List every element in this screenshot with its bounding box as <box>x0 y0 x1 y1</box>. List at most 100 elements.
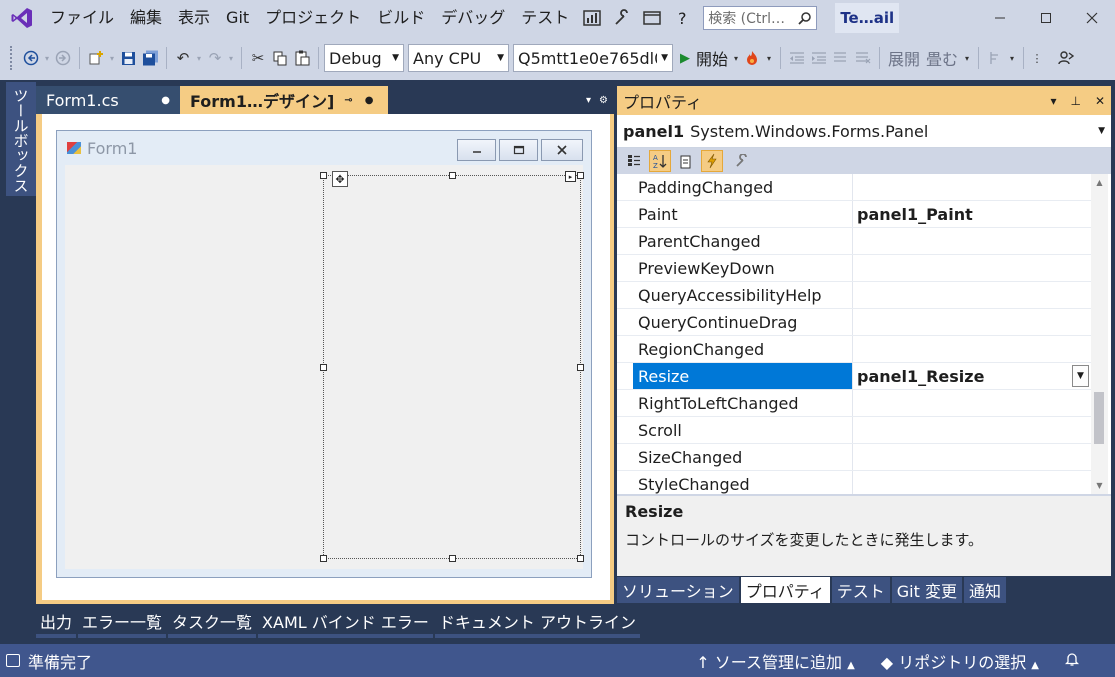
tab-properties[interactable]: プロパティ <box>740 577 830 603</box>
undo-dropdown-icon[interactable]: ▾ <box>194 46 204 70</box>
new-dropdown-icon[interactable]: ▾ <box>107 46 117 70</box>
minimize-icon[interactable] <box>977 0 1023 36</box>
form-preview-window[interactable]: Form1 ✥ ▸ <box>56 130 592 578</box>
pane-pin-icon[interactable]: ⊥ <box>1070 94 1080 108</box>
solution-platform-select[interactable]: Any CPU ▼ <box>408 44 509 72</box>
copy-icon[interactable] <box>269 46 291 70</box>
menu-edit[interactable]: 編集 <box>122 0 170 36</box>
solution-configuration-select[interactable]: Debug ▼ <box>324 44 404 72</box>
property-value[interactable]: panel1_Paint <box>853 201 1091 227</box>
property-row[interactable]: ParentChanged <box>617 228 1091 255</box>
tools-icon[interactable] <box>607 0 637 36</box>
property-value[interactable] <box>853 336 1091 362</box>
properties-scrollbar[interactable]: ▲ ▼ <box>1091 174 1108 494</box>
hot-reload-dropdown-icon[interactable]: ▾ <box>763 46 775 70</box>
collapse-button[interactable]: 畳む <box>923 46 961 70</box>
property-pages-wrench-icon[interactable] <box>731 150 753 172</box>
analyze-chart-icon[interactable] <box>577 0 607 36</box>
property-row[interactable]: RightToLeftChanged <box>617 390 1091 417</box>
live-share-icon[interactable] <box>1055 46 1077 70</box>
tab-list-dropdown-icon[interactable]: ▾ <box>586 95 591 106</box>
save-all-icon[interactable] <box>139 46 161 70</box>
menu-file[interactable]: ファイル <box>42 0 122 36</box>
expand-button[interactable]: 展開 <box>885 46 923 70</box>
decrease-indent-icon[interactable] <box>786 46 808 70</box>
scroll-up-icon[interactable]: ▲ <box>1091 174 1108 191</box>
maximize-icon[interactable] <box>1023 0 1069 36</box>
tab-test-explorer[interactable]: テスト <box>831 577 890 603</box>
menu-view[interactable]: 表示 <box>170 0 218 36</box>
startup-project-select[interactable]: Q5mtt1e0e765dl0 ▼ <box>513 44 673 72</box>
help-menu[interactable]: ? <box>667 0 697 36</box>
property-value[interactable] <box>853 309 1091 335</box>
property-row-selected[interactable]: Resize panel1_Resize ▼ <box>617 363 1091 390</box>
save-icon[interactable] <box>117 46 139 70</box>
comment-icon[interactable] <box>830 46 852 70</box>
chevron-down-icon[interactable]: ▼ <box>1072 365 1089 387</box>
tab-task-list[interactable]: タスク一覧 <box>168 608 257 638</box>
hot-reload-icon[interactable] <box>741 46 763 70</box>
resize-handle[interactable] <box>449 555 456 562</box>
property-value[interactable] <box>853 255 1091 281</box>
toolbar-grip[interactable] <box>10 46 14 70</box>
pin-icon[interactable]: ⊸ <box>344 95 352 106</box>
menu-test[interactable]: テスト <box>513 0 577 36</box>
scroll-down-icon[interactable]: ▼ <box>1091 477 1108 494</box>
property-row[interactable]: QueryAccessibilityHelp <box>617 282 1091 309</box>
property-value[interactable] <box>853 174 1091 200</box>
close-icon[interactable] <box>1069 0 1115 36</box>
menu-git[interactable]: Git <box>218 0 257 36</box>
resize-handle[interactable] <box>320 364 327 371</box>
redo-icon[interactable]: ↷ <box>204 46 226 70</box>
properties-view-icon[interactable] <box>675 150 697 172</box>
redo-dropdown-icon[interactable]: ▾ <box>226 46 236 70</box>
navigate-back-icon[interactable] <box>20 46 42 70</box>
toolbar-overflow-icon[interactable]: ▾ <box>961 46 973 70</box>
tab-document-outline[interactable]: ドキュメント アウトライン <box>434 608 640 638</box>
menu-build[interactable]: ビルド <box>369 0 433 36</box>
start-dropdown-icon[interactable]: ▾ <box>731 46 741 70</box>
pane-close-icon[interactable]: ✕ <box>1095 94 1105 108</box>
form-client-area[interactable]: ✥ ▸ <box>65 165 584 569</box>
smart-tag-icon[interactable]: ▸ <box>565 171 576 182</box>
pane-options-dropdown-icon[interactable]: ▾ <box>1050 94 1056 108</box>
settings-gear-icon[interactable]: ⚙ <box>599 95 608 106</box>
resize-handle[interactable] <box>577 172 584 179</box>
increase-indent-icon[interactable] <box>808 46 830 70</box>
tab-git-changes[interactable]: Git 変更 <box>891 577 962 603</box>
toolbar-options-icon[interactable] <box>984 46 1006 70</box>
tab-output[interactable]: 出力 <box>36 608 77 638</box>
property-row[interactable]: Scroll <box>617 417 1091 444</box>
navigate-forward-icon[interactable] <box>52 46 74 70</box>
resize-handle[interactable] <box>577 555 584 562</box>
move-handle-icon[interactable]: ✥ <box>332 171 348 187</box>
property-row[interactable]: StyleChanged <box>617 471 1091 494</box>
search-input[interactable]: 検索 (Ctrl… <box>703 6 818 30</box>
toolbar-overflow-icon[interactable]: ▾ <box>1006 46 1018 70</box>
window-menu-icon[interactable] <box>637 0 667 36</box>
menu-debug[interactable]: デバッグ <box>433 0 513 36</box>
modified-dot-icon[interactable]: ● <box>365 95 374 106</box>
categorized-view-icon[interactable] <box>623 150 645 172</box>
undo-icon[interactable]: ↶ <box>172 46 194 70</box>
select-repository-button[interactable]: ◆ リポジトリの選択 ▲ <box>881 649 1039 673</box>
property-value[interactable] <box>853 228 1091 254</box>
tab-notifications[interactable]: 通知 <box>963 577 1006 603</box>
resize-handle[interactable] <box>320 555 327 562</box>
tab-solution-explorer[interactable]: ソリューション <box>617 577 739 603</box>
new-project-icon[interactable] <box>85 46 107 70</box>
property-value-editor[interactable]: panel1_Resize ▼ <box>853 363 1091 389</box>
resize-handle[interactable] <box>449 172 456 179</box>
property-row[interactable]: QueryContinueDrag <box>617 309 1091 336</box>
property-row[interactable]: SizeChanged <box>617 444 1091 471</box>
panel1-control[interactable]: ✥ ▸ <box>320 171 584 562</box>
start-debugging-icon[interactable]: ▶ <box>677 46 693 70</box>
add-to-source-control-button[interactable]: ↑ ソース管理に追加 ▲ <box>696 649 855 673</box>
property-row[interactable]: RegionChanged <box>617 336 1091 363</box>
cut-icon[interactable]: ✂ <box>247 46 269 70</box>
property-value[interactable] <box>853 390 1091 416</box>
tab-form1-cs[interactable]: Form1.cs ● <box>36 86 180 114</box>
property-row[interactable]: PreviewKeyDown <box>617 255 1091 282</box>
notifications-bell-icon[interactable] <box>1064 651 1080 671</box>
tab-xaml-binding-errors[interactable]: XAML バインド エラー <box>258 608 433 638</box>
